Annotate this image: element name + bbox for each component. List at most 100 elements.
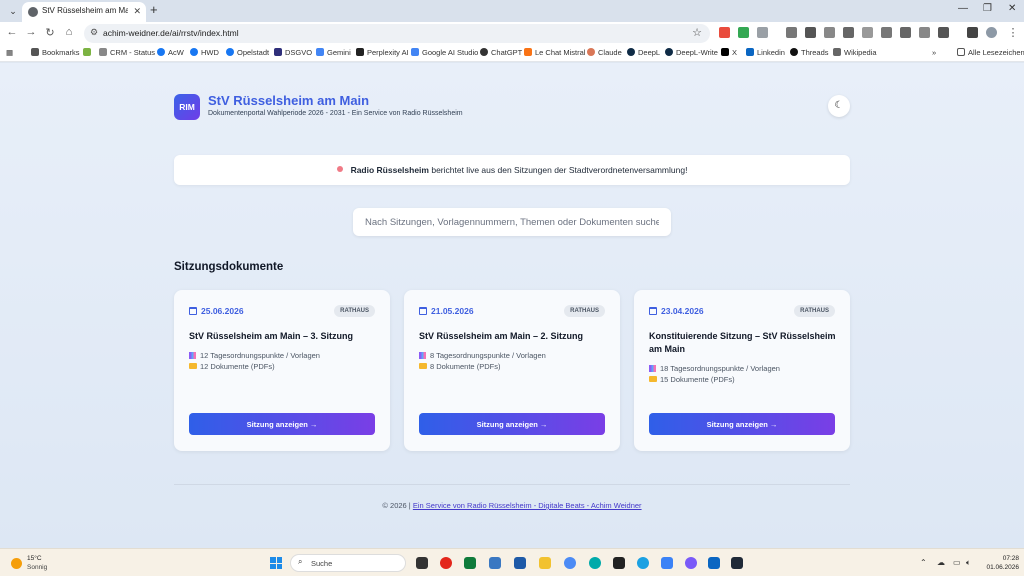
- bookmark-item[interactable]: Bookmarks: [31, 48, 80, 57]
- bookmark-item[interactable]: Perplexity AI: [356, 48, 409, 57]
- bookmark-item[interactable]: DeepL: [627, 48, 660, 57]
- bookmark-item[interactable]: [83, 48, 94, 57]
- task-view-icon[interactable]: [416, 557, 428, 569]
- section-title: Sitzungsdokumente: [174, 261, 284, 273]
- reload-icon[interactable]: ↻: [43, 26, 57, 39]
- bookmark-item[interactable]: Claude: [587, 48, 622, 57]
- minimize-icon[interactable]: —: [958, 3, 968, 14]
- extension-icon[interactable]: [719, 27, 730, 38]
- bookmark-star-icon[interactable]: ☆: [692, 26, 702, 39]
- session-title: StV Rüsselsheim am Main – 2. Sitzung: [419, 331, 584, 341]
- forward-icon[interactable]: →: [24, 26, 38, 38]
- bookmark-item[interactable]: Wikipedia: [833, 48, 877, 57]
- file-explorer-icon[interactable]: [539, 557, 551, 569]
- clock-date[interactable]: 01.06.2026: [980, 564, 1019, 571]
- search-input[interactable]: [353, 208, 671, 236]
- bookmark-item[interactable]: ChatGPT: [480, 48, 522, 57]
- site-info-icon[interactable]: ⚙: [90, 27, 98, 38]
- windows-taskbar: 15°C Sonnig ⌕ Suche ⌃ ☁ ▭ 🔈︎ 07:28 01.06…: [0, 548, 1024, 576]
- cloud-icon[interactable]: ☁: [937, 558, 945, 567]
- show-session-button[interactable]: Sitzung anzeigen →: [419, 413, 605, 435]
- extensions-puzzle-icon[interactable]: [757, 27, 768, 38]
- taskbar-search[interactable]: ⌕ Suche: [290, 554, 406, 572]
- url-text[interactable]: achim-weidner.de/ai/rrstv/index.html: [103, 28, 239, 38]
- session-card: 21.05.2026 RATHAUS StV Rüsselsheim am Ma…: [404, 290, 620, 451]
- clock-time[interactable]: 07:28: [995, 555, 1019, 562]
- volume-icon[interactable]: 🔈︎: [966, 558, 971, 568]
- new-tab-icon[interactable]: +: [150, 3, 158, 17]
- print-icon[interactable]: [805, 27, 816, 38]
- store-icon[interactable]: [514, 557, 526, 569]
- linkedin-icon[interactable]: [708, 557, 720, 569]
- app-icon[interactable]: [489, 557, 501, 569]
- session-date: 25.06.2026: [189, 306, 244, 316]
- browser-menu-icon[interactable]: ⋮: [1006, 26, 1020, 39]
- bookmark-item[interactable]: Google AI Studio: [411, 48, 478, 57]
- bookmark-item[interactable]: Gemini: [316, 48, 351, 57]
- windows-start-icon[interactable]: [270, 557, 282, 569]
- chrome-icon[interactable]: [564, 557, 576, 569]
- favorites-icon[interactable]: [900, 27, 911, 38]
- app-icon[interactable]: [661, 557, 673, 569]
- bookmarks-overflow-icon[interactable]: »: [932, 48, 936, 57]
- moon-icon[interactable]: ☾: [828, 95, 850, 117]
- zoom-icon[interactable]: [881, 27, 892, 38]
- footer-copyright: © 2026 |: [382, 501, 413, 510]
- bookmark-item[interactable]: Threads: [790, 48, 829, 57]
- live-banner: Radio Rüsselsheim berichtet live aus den…: [174, 155, 850, 185]
- folder-icon: [189, 363, 197, 369]
- show-session-button[interactable]: Sitzung anzeigen →: [649, 413, 835, 435]
- sidebar-icon[interactable]: [938, 27, 949, 38]
- link-icon[interactable]: [862, 27, 873, 38]
- page-content: RIM StV Rüsselsheim am Main Dokumentenpo…: [0, 63, 1024, 548]
- download-icon[interactable]: [967, 27, 978, 38]
- tab-search-icon[interactable]: ⌄: [6, 4, 20, 18]
- tray-chevron-icon[interactable]: ⌃: [920, 558, 927, 567]
- bookmark-item[interactable]: DeepL-Write: [665, 48, 718, 57]
- opera-icon[interactable]: [440, 557, 452, 569]
- qr-code-icon[interactable]: [843, 27, 854, 38]
- home-icon[interactable]: ⌂: [62, 26, 76, 38]
- tab-close-icon[interactable]: ✕: [133, 6, 141, 17]
- footer-divider: [174, 484, 850, 485]
- show-session-button[interactable]: Sitzung anzeigen →: [189, 413, 375, 435]
- footer-link[interactable]: Ein Service von Radio Rüsselsheim - Digi…: [413, 501, 642, 510]
- agenda-count: 12 Tagesordnungspunkte / Vorlagen: [189, 351, 320, 360]
- bookmark-item[interactable]: CRM - Status: [99, 48, 155, 57]
- sun-icon[interactable]: [11, 558, 22, 569]
- history-icon[interactable]: [919, 27, 930, 38]
- bookmark-item[interactable]: X: [721, 48, 737, 57]
- translate-icon[interactable]: [824, 27, 835, 38]
- bookmark-item[interactable]: HWD: [190, 48, 219, 57]
- restore-icon[interactable]: ❐: [983, 3, 992, 14]
- bookmark-item[interactable]: DSGVO: [274, 48, 312, 57]
- bookmark-item[interactable]: Le Chat Mistral: [524, 48, 585, 57]
- extension-icon[interactable]: [786, 27, 797, 38]
- extension-icon[interactable]: [738, 27, 749, 38]
- back-icon[interactable]: ←: [5, 26, 19, 38]
- app-icon[interactable]: [731, 557, 743, 569]
- search-icon: ⌕: [298, 557, 303, 566]
- notepad-icon[interactable]: [464, 557, 476, 569]
- edge-icon[interactable]: [589, 557, 601, 569]
- apps-grid-icon[interactable]: ▦: [6, 48, 13, 57]
- app-icon[interactable]: [637, 557, 649, 569]
- session-title: Konstituierende Sitzung – StV Rüsselshei…: [649, 331, 836, 354]
- bookmark-item[interactable]: Linkedin: [746, 48, 785, 57]
- profile-avatar[interactable]: [986, 27, 997, 38]
- location-badge: RATHAUS: [564, 305, 605, 317]
- network-icon[interactable]: ▭: [953, 558, 961, 567]
- bookmark-item[interactable]: AcW: [157, 48, 184, 57]
- agenda-count: 18 Tagesordnungspunkte / Vorlagen: [649, 364, 780, 373]
- app-icon[interactable]: [685, 557, 697, 569]
- address-bar[interactable]: ⚙ achim-weidner.de/ai/rrstv/index.html ☆: [84, 24, 710, 43]
- all-bookmarks-folder[interactable]: Alle Lesezeichen: [957, 48, 1024, 57]
- weather-description[interactable]: Sonnig: [27, 564, 47, 571]
- weather-temperature[interactable]: 15°C: [27, 555, 42, 562]
- window-close-icon[interactable]: ✕: [1008, 3, 1016, 14]
- app-icon[interactable]: [613, 557, 625, 569]
- tab-favicon-icon: [28, 7, 38, 17]
- site-subtitle: Dokumentenportal Wahlperiode 2026 - 2031…: [208, 110, 463, 117]
- active-tab[interactable]: StV Rüsselsheim am Main - Doku ✕: [22, 2, 146, 22]
- bookmark-item[interactable]: Opelstadt: [226, 48, 269, 57]
